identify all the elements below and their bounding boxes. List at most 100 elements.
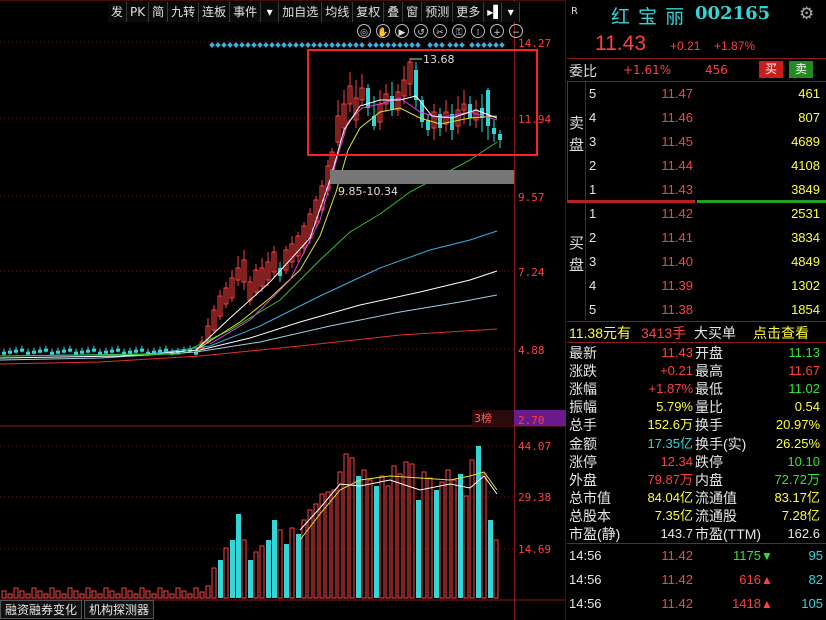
stat-row: 最新 11.43 开盘 11.13	[567, 344, 826, 362]
toolbar-item-9[interactable]: 复权	[353, 2, 385, 22]
toolbar-glyph: ▶	[399, 28, 406, 38]
stat-label: 涨跌	[569, 363, 597, 380]
event-diamond	[305, 42, 311, 48]
volume-bar	[67, 587, 73, 599]
toolbar-item-2[interactable]: 简	[149, 2, 169, 22]
toolbar-item-3[interactable]: 九转	[168, 2, 200, 22]
bids-row[interactable]: 1 11.42 2531	[567, 204, 826, 224]
volume-bar	[218, 560, 223, 598]
tick-volume: 1418	[732, 596, 761, 611]
weibi-label: 委比	[569, 64, 597, 80]
candle-body	[498, 134, 502, 140]
volume-bar	[476, 446, 481, 598]
stat-row: 市盈(静) 143.7 市盈(TTM) 162.6	[567, 525, 826, 543]
bids-level: 4	[589, 278, 597, 293]
stat-label: 量比	[695, 399, 723, 416]
volume-bar	[463, 495, 469, 599]
volume-bar	[37, 590, 43, 599]
toolbar-glyph: ◎	[360, 28, 368, 38]
asks-row[interactable]: 2 11.44 4108	[567, 156, 826, 176]
event-diamond	[275, 42, 281, 48]
gear-icon[interactable]: ⚙	[799, 4, 814, 24]
toolbar-glyph: ⁞	[477, 28, 480, 38]
asks-volume: 807	[798, 110, 820, 125]
tick-row: 14:56 11.42 1418 ▲ 105	[567, 594, 826, 614]
event-diamond	[299, 42, 305, 48]
stat-label: 市盈(TTM)	[695, 526, 762, 542]
toolbar-item-0[interactable]: 发	[108, 2, 128, 22]
asks-volume: 3849	[791, 182, 820, 197]
stat-value: 162.6	[787, 526, 820, 541]
volume-bar	[469, 459, 475, 599]
event-diamond	[341, 42, 347, 48]
volume-bar	[488, 520, 493, 598]
volume-bar	[61, 593, 67, 599]
stat-label: 涨幅	[569, 381, 597, 398]
toolbar-glyph: ⚿	[456, 28, 463, 38]
kline-chart[interactable]: 14.27 11.94 9.57 7.24 4.88 2.70 44.07 29.38 14.6…	[0, 0, 566, 620]
event-diamond	[347, 42, 353, 48]
stat-row: 外盘 79.87万 内盘 72.72万	[567, 471, 826, 489]
candle-body	[390, 96, 394, 110]
toolbar-item-15[interactable]: ▾	[502, 2, 521, 22]
asks-row[interactable]: 5 11.47 461	[567, 84, 826, 104]
candle-body	[44, 348, 48, 352]
bids-row[interactable]: 2 11.41 3834	[567, 228, 826, 248]
event-diamond	[453, 42, 459, 48]
arrow-up-icon: ▲	[761, 573, 773, 587]
event-diamond	[373, 42, 379, 48]
toolbar-item-7[interactable]: 加自选	[279, 2, 323, 22]
toolbar-item-12[interactable]: 预测	[422, 2, 454, 22]
asks-level: 3	[589, 134, 597, 149]
stat-value: 20.97%	[775, 417, 820, 433]
bigorder-link[interactable]: 点击查看	[753, 323, 809, 343]
stat-value: 7.28亿	[781, 507, 820, 523]
tick-volume: 616	[739, 572, 761, 587]
bids-row[interactable]: 3 11.40 4849	[567, 252, 826, 272]
toolbar-glyph: ✋	[377, 26, 388, 38]
candle-body	[8, 350, 12, 354]
toolbar-item-1[interactable]: PK	[127, 2, 150, 22]
candle-body	[438, 114, 442, 128]
toolbar-item-8[interactable]: 均线	[322, 2, 354, 22]
candle-body	[468, 104, 472, 118]
bottom-tab-0[interactable]: 融资融券变化	[0, 600, 83, 619]
asks-row[interactable]: 4 11.46 807	[567, 108, 826, 128]
asks-level: 5	[589, 86, 597, 101]
tick-count: 82	[808, 572, 823, 587]
divider	[567, 321, 826, 322]
stat-value: 0.54	[794, 399, 820, 415]
asks-row[interactable]: 1 11.43 3849	[567, 180, 826, 200]
event-diamond	[251, 42, 257, 48]
volume-bar	[193, 587, 199, 599]
stat-value: 11.43	[661, 345, 693, 360]
toolbar-item-11[interactable]: 窗	[403, 2, 423, 22]
asks-price: 11.45	[661, 134, 693, 149]
stat-label: 涨停	[569, 453, 597, 470]
quote-panel: R 红 宝 丽 002165 ⚙ 11.43 +0.21 +1.87% 委比 +…	[567, 0, 826, 620]
toolbar-item-10[interactable]: 叠	[384, 2, 404, 22]
bids-row[interactable]: 5 11.38 1854	[567, 300, 826, 320]
ma-line-yellow	[195, 107, 498, 351]
toolbar-item-4[interactable]: 连板	[199, 2, 231, 22]
toolbar-item-6[interactable]: ▾	[261, 2, 280, 22]
toolbar-item-13[interactable]: 更多	[453, 2, 485, 22]
candle-body	[134, 349, 138, 353]
event-diamond	[433, 42, 439, 48]
buy-button[interactable]: 买	[759, 61, 783, 78]
asks-level: 1	[589, 182, 597, 197]
candle-body	[104, 350, 108, 354]
bids-volume: 1854	[791, 302, 820, 317]
stat-value: +1.87%	[648, 381, 693, 397]
asks-row[interactable]: 3 11.45 4689	[567, 132, 826, 152]
bottom-tab-1[interactable]: 机构探测器	[84, 600, 155, 619]
ask-bid-divider-red	[567, 200, 695, 203]
arrow-down-icon: ▼	[761, 549, 773, 563]
stat-row: 总市值 84.04亿 流通值 83.17亿	[567, 489, 826, 507]
bids-row[interactable]: 4 11.39 1302	[567, 276, 826, 296]
toolbar-item-14[interactable]: ▸▌	[484, 2, 503, 22]
toolbar-item-5[interactable]: 事件	[230, 2, 262, 22]
sell-button[interactable]: 卖	[789, 61, 813, 78]
candle-body	[110, 349, 114, 353]
candle-body	[56, 350, 60, 354]
